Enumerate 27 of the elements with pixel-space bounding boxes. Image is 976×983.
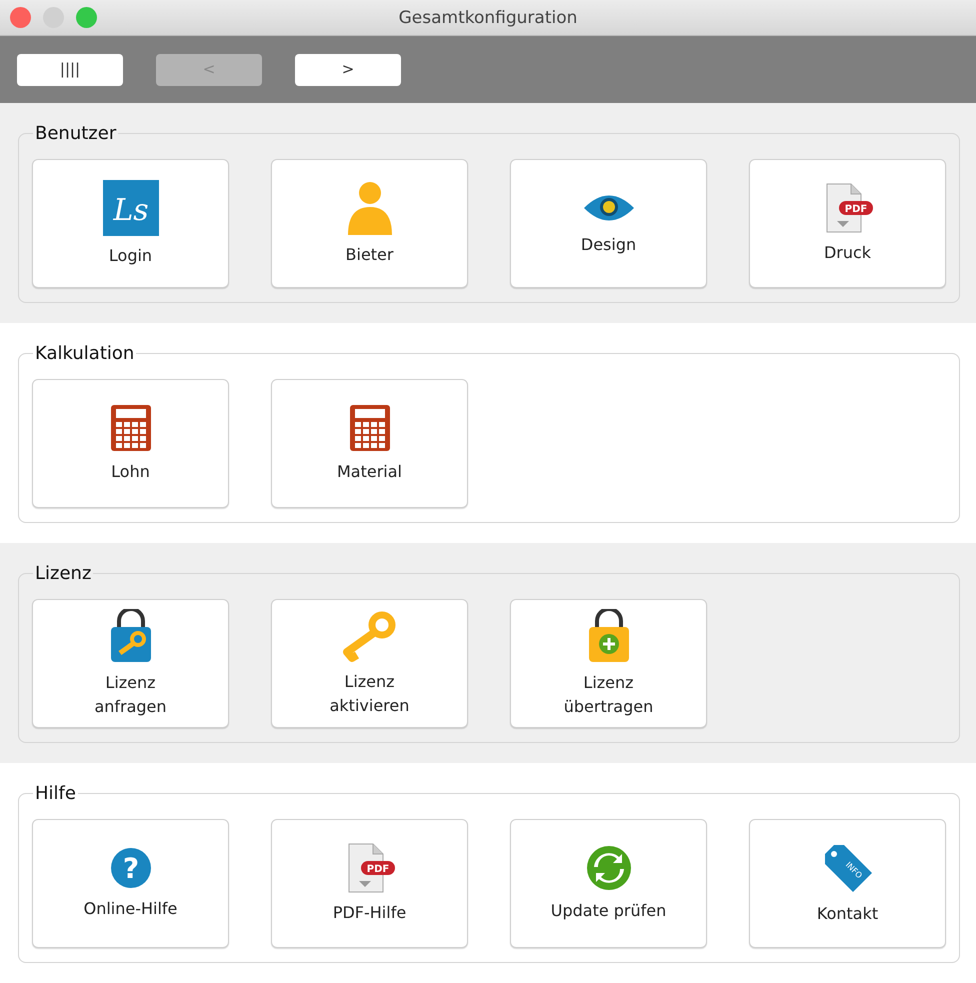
refresh-icon (586, 844, 632, 890)
calculator-icon (110, 404, 152, 452)
key-icon (342, 610, 398, 662)
close-icon[interactable] (10, 7, 31, 28)
launcher-button[interactable]: Update prüfen (510, 819, 707, 948)
launcher-button[interactable]: Bieter (271, 159, 468, 288)
person-icon (346, 180, 392, 234)
launcher-button[interactable]: Material (271, 379, 468, 508)
minimize-icon[interactable] (43, 7, 64, 28)
lock-plus-icon (588, 608, 630, 662)
launcher-button[interactable]: Design (510, 159, 707, 288)
launcher-button[interactable]: Lohn (32, 379, 229, 508)
toolbar-button[interactable]: > (295, 54, 401, 86)
launcher-button[interactable]: Lizenz anfragen (32, 599, 229, 728)
window-title: Gesamtkonfiguration (398, 7, 578, 30)
lock-key-icon (110, 608, 152, 662)
logo-icon: Ls (102, 180, 158, 236)
zoom-icon[interactable] (76, 7, 97, 28)
toolbar-button[interactable]: |||| (17, 54, 123, 86)
help-icon: ? (110, 846, 152, 888)
launcher-button[interactable]: PDF Druck (749, 159, 946, 288)
launcher-button[interactable]: Ls Login (32, 159, 229, 288)
launcher-button[interactable]: PDF PDF-Hilfe (271, 819, 468, 948)
calculator-icon (348, 404, 390, 452)
launcher-button[interactable]: Lizenz aktivieren (271, 599, 468, 728)
launcher-button[interactable]: Lizenz übertragen (510, 599, 707, 728)
launcher-button[interactable]: ? Online-Hilfe (32, 819, 229, 948)
